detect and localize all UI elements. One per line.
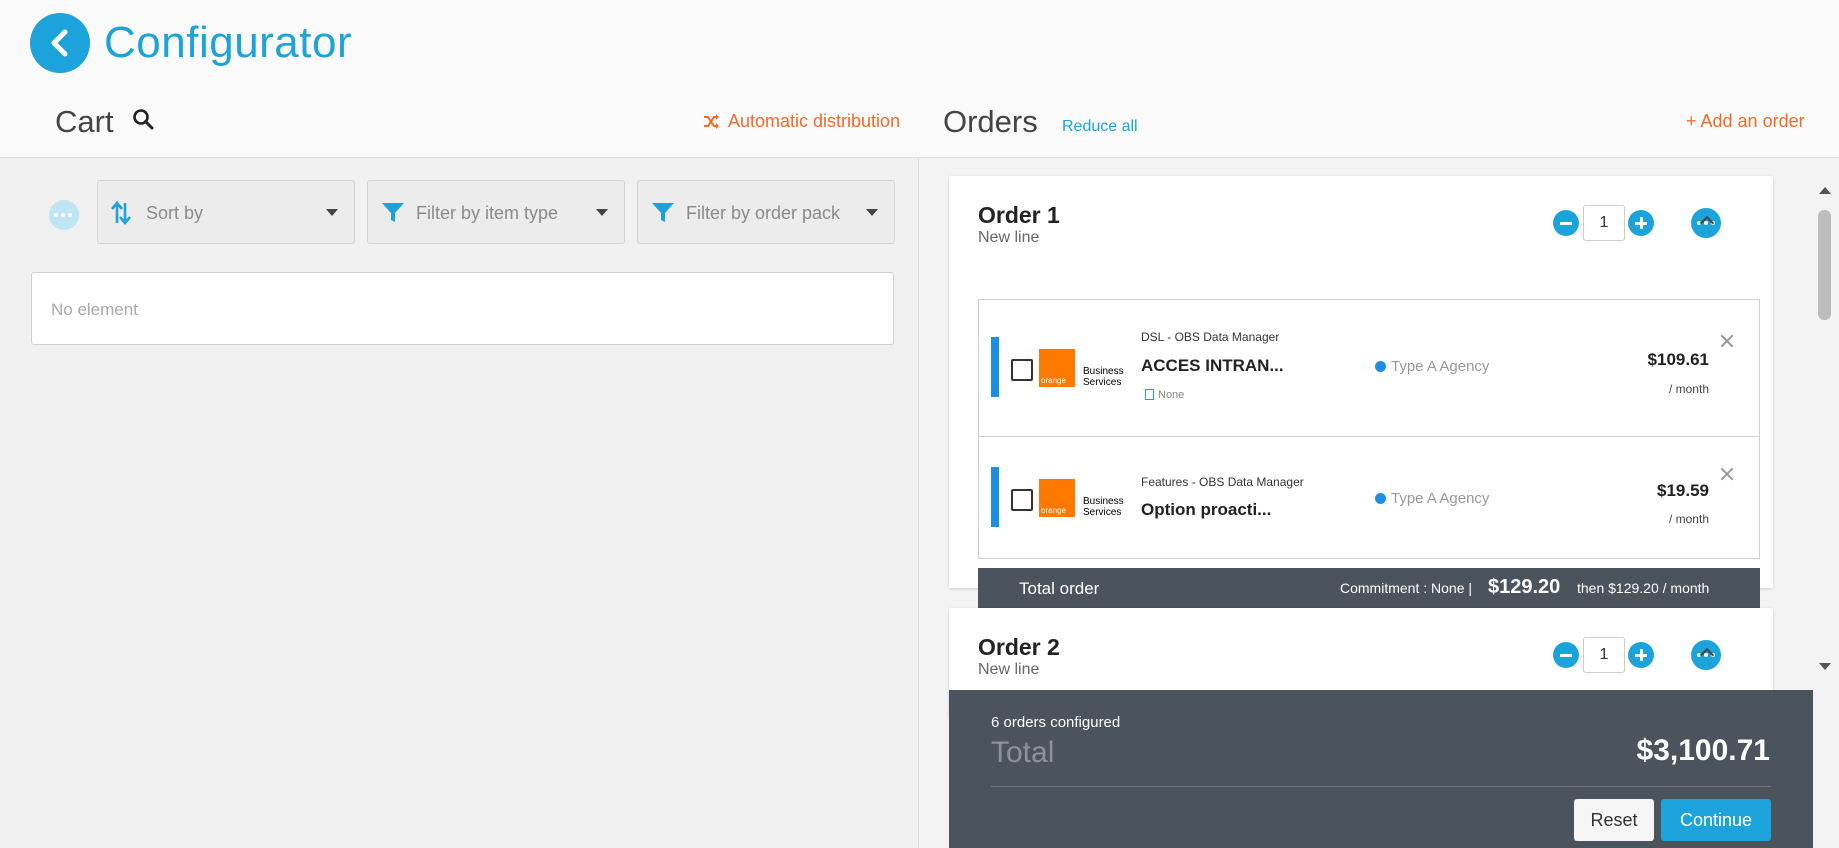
page-title: Configurator bbox=[104, 18, 353, 67]
cart-title: Cart bbox=[55, 104, 114, 139]
product-name[interactable]: ACCES INTRAN... bbox=[1141, 356, 1284, 376]
filter-item-type-label: Filter by item type bbox=[416, 203, 559, 223]
line-period: / month bbox=[1668, 512, 1709, 526]
order-subtitle: New line bbox=[978, 661, 1040, 678]
filter-icon bbox=[382, 203, 404, 222]
sort-by-label: Sort by bbox=[146, 203, 204, 223]
caret-down-icon bbox=[596, 209, 608, 216]
order-lines: orange Business Services DSL - OBS Data M… bbox=[978, 299, 1760, 559]
order-total-amount: $129.20 bbox=[1488, 576, 1561, 598]
add-order-button[interactable]: + Add an order bbox=[1686, 111, 1805, 132]
chevron-up-icon[interactable] bbox=[1700, 214, 1712, 226]
list-item: orange Business Services Features - OBS D… bbox=[979, 436, 1759, 559]
scroll-up-arrow[interactable] bbox=[1819, 187, 1831, 194]
brand-logo: orange Business Services bbox=[1039, 479, 1127, 518]
sort-arrows-icon bbox=[111, 201, 131, 225]
increase-quantity-button[interactable] bbox=[1628, 642, 1654, 668]
order-subtitle: New line bbox=[978, 229, 1040, 246]
scroll-down-arrow[interactable] bbox=[1819, 663, 1831, 670]
reset-button[interactable]: Reset bbox=[1574, 799, 1654, 841]
order-total-bar: Total order Commitment : None | $129.20 … bbox=[978, 568, 1760, 608]
search-icon[interactable] bbox=[132, 108, 154, 135]
decrease-quantity-button[interactable] bbox=[1553, 642, 1579, 668]
chevron-left-icon bbox=[51, 29, 68, 57]
line-checkbox[interactable] bbox=[1011, 359, 1033, 381]
clipboard-icon bbox=[1145, 389, 1154, 400]
back-button[interactable] bbox=[30, 13, 90, 73]
commitment-text: Commitment : None | bbox=[1340, 580, 1473, 596]
orders-title: Orders bbox=[943, 104, 1038, 139]
order-summary-panel: 6 orders configured Total $3,100.71 Rese… bbox=[949, 690, 1813, 848]
order-recurring-text: then $129.20 / month bbox=[1577, 580, 1710, 596]
filter-order-pack-label: Filter by order pack bbox=[686, 203, 841, 223]
more-horizontal-icon[interactable] bbox=[49, 200, 79, 230]
line-period: / month bbox=[1668, 382, 1709, 396]
grand-total-label: Total bbox=[991, 736, 1055, 769]
sort-by-dropdown[interactable]: Sort by bbox=[97, 180, 355, 244]
order-title: Order 2 bbox=[978, 634, 1060, 660]
line-category: DSL - OBS Data Manager bbox=[1141, 330, 1280, 344]
divider bbox=[991, 786, 1771, 787]
line-checkbox[interactable] bbox=[1011, 489, 1033, 511]
cart-empty-state: No element bbox=[31, 272, 894, 345]
order-card: Order 1 New line 1 orange Business Servic… bbox=[949, 176, 1773, 608]
reduce-all-link[interactable]: Reduce all bbox=[1062, 118, 1138, 136]
filter-order-pack-dropdown[interactable]: Filter by order pack bbox=[637, 180, 895, 244]
agency-label: Type A Agency bbox=[1375, 490, 1489, 507]
remove-line-icon[interactable] bbox=[1719, 466, 1735, 482]
remove-line-icon[interactable] bbox=[1719, 333, 1735, 349]
agency-dot-icon bbox=[1375, 361, 1386, 372]
brand-logo: orange Business Services bbox=[1039, 349, 1127, 388]
list-item: orange Business Services DSL - OBS Data M… bbox=[979, 300, 1759, 436]
increase-quantity-button[interactable] bbox=[1628, 210, 1654, 236]
caret-down-icon bbox=[326, 209, 338, 216]
cart-panel bbox=[0, 158, 919, 848]
quantity-input[interactable]: 1 bbox=[1583, 637, 1625, 673]
caret-down-icon bbox=[866, 209, 878, 216]
order-title: Order 1 bbox=[978, 202, 1060, 228]
status-bar bbox=[991, 337, 999, 397]
shuffle-icon bbox=[704, 114, 719, 129]
decrease-quantity-button[interactable] bbox=[1553, 210, 1579, 236]
grand-total-amount: $3,100.71 bbox=[1636, 734, 1770, 767]
line-price: $109.61 bbox=[1647, 350, 1709, 369]
continue-button[interactable]: Continue bbox=[1661, 799, 1771, 841]
orders-count: 6 orders configured bbox=[991, 714, 1121, 731]
line-price: $19.59 bbox=[1657, 481, 1709, 500]
order-total-label: Total order bbox=[1019, 579, 1100, 598]
quantity-input[interactable]: 1 bbox=[1583, 205, 1625, 241]
filter-item-type-dropdown[interactable]: Filter by item type bbox=[367, 180, 625, 244]
line-category: Features - OBS Data Manager bbox=[1141, 475, 1304, 489]
scrollbar-thumb[interactable] bbox=[1818, 210, 1831, 320]
chevron-up-icon[interactable] bbox=[1700, 646, 1712, 658]
status-bar bbox=[991, 467, 999, 527]
automatic-distribution-label: Automatic distribution bbox=[728, 111, 901, 131]
agency-label: Type A Agency bbox=[1375, 358, 1489, 375]
empty-text: No element bbox=[51, 300, 138, 319]
filter-icon bbox=[652, 203, 674, 222]
pack-tag: None bbox=[1145, 389, 1184, 401]
header-bar: Configurator Cart Automatic distribution… bbox=[0, 0, 1839, 158]
agency-dot-icon bbox=[1375, 493, 1386, 504]
automatic-distribution-button[interactable]: Automatic distribution bbox=[703, 111, 900, 132]
product-name[interactable]: Option proacti... bbox=[1141, 500, 1271, 520]
